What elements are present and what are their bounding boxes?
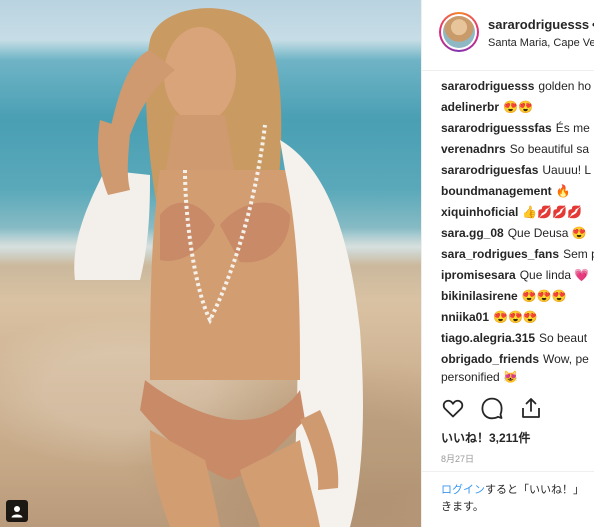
comment-username[interactable]: tiago.alegria.315 [441, 331, 535, 345]
like-count[interactable]: いいね！3,211件 [441, 429, 530, 446]
comment-username[interactable]: ipromisesara [441, 268, 516, 282]
post-side-panel: sararodriguesss • Santa Maria, Cape Ve s… [422, 0, 594, 527]
post-date: 8月27日 [441, 454, 475, 464]
comment-username[interactable]: nniika01 [441, 310, 489, 324]
comment-item: sara_rodrigues_fans Sem p [441, 246, 594, 262]
comment-text: 🔥 [555, 184, 571, 198]
post-location[interactable]: Santa Maria, Cape Ve [488, 37, 594, 49]
user-tag-icon[interactable] [6, 500, 28, 522]
comment-text: 😍😍😍 [521, 289, 567, 303]
comment-text: golden ho [538, 79, 592, 93]
post-photo[interactable] [0, 0, 421, 527]
comment-username[interactable]: bikinilasirene [441, 289, 518, 303]
comment-item: verenadnrs So beautiful sa [441, 141, 589, 157]
comment-item: xiquinhoficial 👍💋💋💋 [441, 204, 582, 220]
comment-item: adelinerbr 😍😍 [441, 99, 533, 115]
comment-username[interactable]: verenadnrs [441, 142, 506, 156]
comment-username[interactable]: sararodriguesss [441, 79, 534, 93]
comment-username[interactable]: sararodriguesfas [441, 163, 538, 177]
post-header: sararodriguesss • Santa Maria, Cape Ve [422, 0, 594, 70]
comment-text: 😍😍😍 [493, 310, 538, 324]
comment-text: So beautiful sa [509, 142, 590, 156]
comment-text: Sem p [563, 247, 594, 261]
login-text-1: すると「いいね！」 [485, 484, 584, 496]
comment-item: nniika01 😍😍😍 [441, 309, 538, 325]
comment-username[interactable]: boundmanagement [441, 184, 552, 198]
author-username[interactable]: sararodriguesss [488, 17, 589, 32]
avatar[interactable] [439, 12, 479, 52]
footer-divider [422, 471, 594, 472]
action-bar [441, 396, 591, 422]
photo-subject [74, 8, 363, 527]
comment-username[interactable]: obrigado_friends [441, 352, 539, 366]
comment-text: És me [555, 121, 590, 135]
comment-text: Que Deusa 😍 [507, 226, 587, 240]
comment-username[interactable]: sara.gg_08 [441, 226, 504, 240]
comment-text: So beaut [539, 331, 588, 345]
comment-text: 👍💋💋💋 [522, 205, 583, 219]
share-icon[interactable] [519, 396, 543, 420]
comment-text: Que linda 💗 [519, 268, 590, 282]
comment-icon[interactable] [480, 396, 504, 420]
comment-text: Wow, pe [543, 352, 589, 366]
header-divider [422, 70, 594, 71]
comment-item: tiago.alegria.315 So beaut [441, 330, 587, 346]
heart-icon[interactable] [441, 396, 465, 420]
login-prompt: ログインすると「いいね！」 きます。 [441, 482, 594, 516]
comment-text: 😍😍 [503, 100, 533, 114]
comment-item: bikinilasirene 😍😍😍 [441, 288, 567, 304]
comment-item: sararodriguesss golden ho [441, 78, 591, 94]
comment-username[interactable]: adelinerbr [441, 100, 499, 114]
comment-item: sara.gg_08 Que Deusa 😍 [441, 225, 587, 241]
comment-text: Uauuu! L [542, 163, 592, 177]
comment-username[interactable]: sararodriguesssfas [441, 121, 552, 135]
comment-item: sararodriguesssfas És me [441, 120, 590, 136]
login-text-2: きます。 [441, 501, 484, 513]
comment-username[interactable]: sara_rodrigues_fans [441, 247, 559, 261]
comment-text: personified 😻 [441, 370, 518, 384]
comment-item: sararodriguesfas Uauuu! L [441, 162, 591, 178]
comment-item: obrigado_friends Wow, pe [441, 351, 589, 367]
login-link[interactable]: ログイン [441, 484, 485, 496]
comment-item: ipromisesara Que linda 💗 [441, 267, 589, 283]
comment-item: boundmanagement 🔥 [441, 183, 571, 199]
comment-username[interactable]: xiquinhoficial [441, 205, 518, 219]
comment-item: personified 😻 [441, 369, 518, 385]
